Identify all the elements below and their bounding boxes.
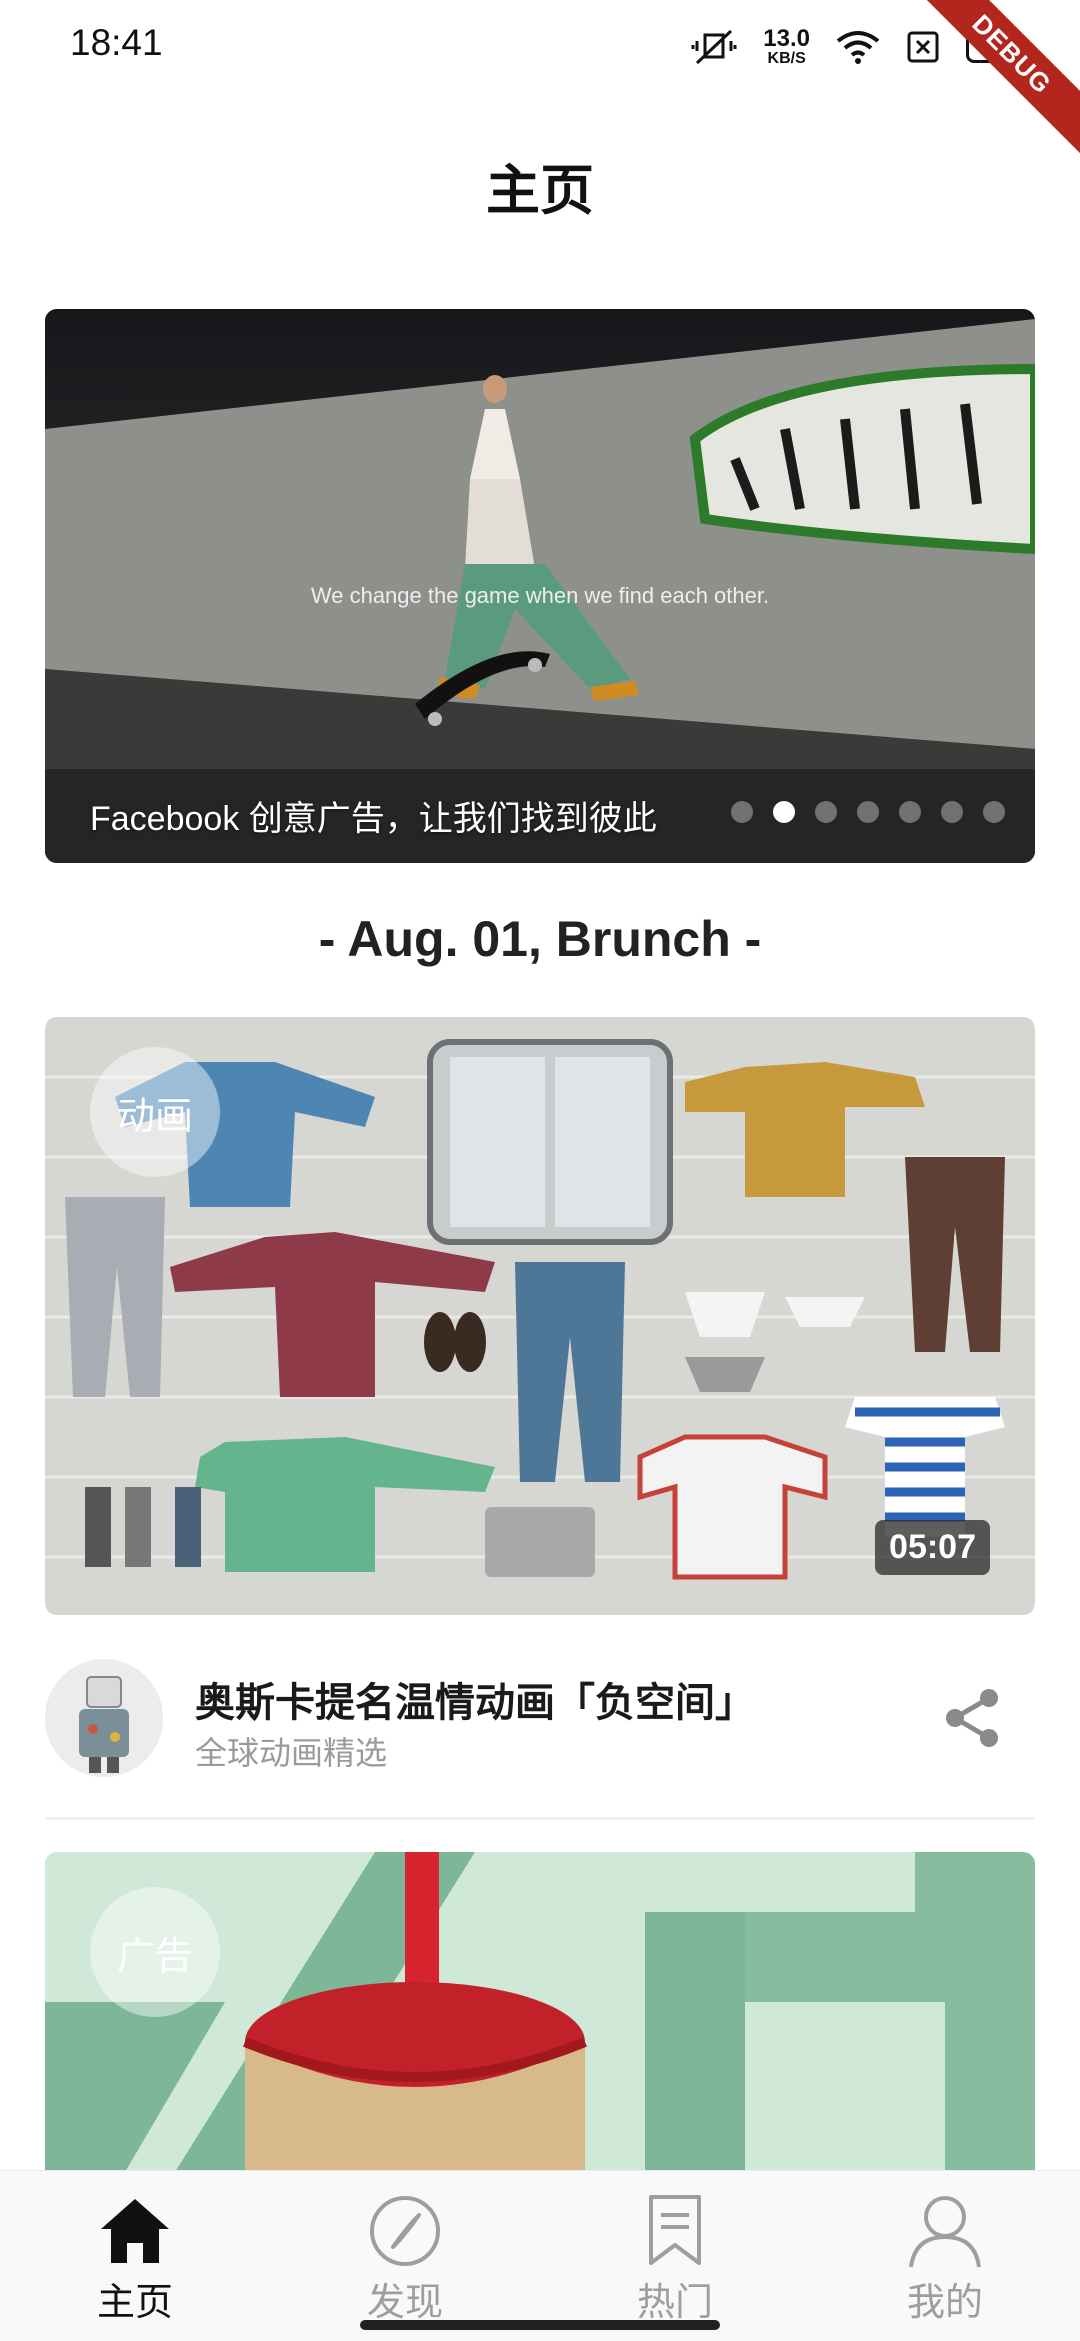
feed-date-title: - Aug. 01, Brunch - bbox=[318, 911, 762, 967]
share-icon[interactable] bbox=[941, 1686, 1005, 1750]
banner-caption: Facebook 创意广告，让我们找到彼此 bbox=[90, 800, 657, 838]
bookmark-icon bbox=[649, 2195, 701, 2265]
home-icon bbox=[101, 2199, 169, 2263]
video-info-row[interactable]: 奥斯卡提名温情动画「负空间」 全球动画精选 bbox=[45, 1656, 1035, 1780]
banner-carousel[interactable]: We change the game when we find each oth… bbox=[45, 309, 1035, 863]
nav-item-discover[interactable]: 发现 bbox=[270, 2171, 540, 2341]
video-thumbnail[interactable]: 动画 05:07 bbox=[45, 1017, 1035, 1615]
next-card-category-tag: 广告 bbox=[90, 1887, 220, 2017]
nav-label-hot: 热门 bbox=[636, 2282, 713, 2324]
bottom-navigation: 主页 发现 热门 我的 bbox=[0, 2170, 1080, 2341]
carousel-dot[interactable] bbox=[941, 801, 963, 823]
carousel-dot[interactable] bbox=[731, 801, 753, 823]
nav-item-home[interactable]: 主页 bbox=[0, 2171, 270, 2341]
video-duration: 05:07 bbox=[875, 1520, 990, 1575]
carousel-dot[interactable] bbox=[857, 801, 879, 823]
mute-vibrate-icon bbox=[691, 29, 737, 65]
banner-slogan: We change the game when we find each oth… bbox=[310, 583, 770, 608]
sim-x-icon bbox=[907, 31, 939, 63]
carousel-dot[interactable] bbox=[899, 801, 921, 823]
compass-icon bbox=[370, 2196, 440, 2266]
nav-label-mine: 我的 bbox=[906, 2282, 983, 2324]
network-speed: 13.0 KB/S bbox=[763, 27, 810, 67]
nav-label-home: 主页 bbox=[96, 2282, 173, 2324]
category-tag: 动画 bbox=[90, 1047, 220, 1177]
status-time: 18:41 bbox=[70, 22, 163, 63]
user-icon bbox=[909, 2196, 981, 2268]
nav-item-mine[interactable]: 我的 bbox=[810, 2171, 1080, 2341]
wifi-icon bbox=[836, 31, 880, 64]
carousel-dots bbox=[731, 801, 1005, 823]
status-bar: 18:41 13.0 KB/S 82 DEBUG bbox=[0, 0, 1080, 162]
page-title: 主页 bbox=[486, 161, 594, 221]
net-speed-unit: KB/S bbox=[767, 50, 806, 67]
author-avatar[interactable] bbox=[45, 1659, 163, 1777]
video-category: 全球动画精选 bbox=[195, 1735, 388, 1771]
carousel-dot[interactable] bbox=[773, 801, 795, 823]
net-speed-value: 13.0 bbox=[763, 25, 810, 52]
card-divider bbox=[45, 1817, 1035, 1820]
nav-item-hot[interactable]: 热门 bbox=[540, 2171, 810, 2341]
next-card-thumbnail[interactable]: 广告 bbox=[45, 1852, 1035, 2172]
carousel-dot[interactable] bbox=[983, 801, 1005, 823]
video-title[interactable]: 奥斯卡提名温情动画「负空间」 bbox=[195, 1670, 755, 1728]
nav-label-discover: 发现 bbox=[366, 2282, 443, 2324]
home-indicator[interactable] bbox=[360, 2320, 720, 2330]
carousel-dot[interactable] bbox=[815, 801, 837, 823]
